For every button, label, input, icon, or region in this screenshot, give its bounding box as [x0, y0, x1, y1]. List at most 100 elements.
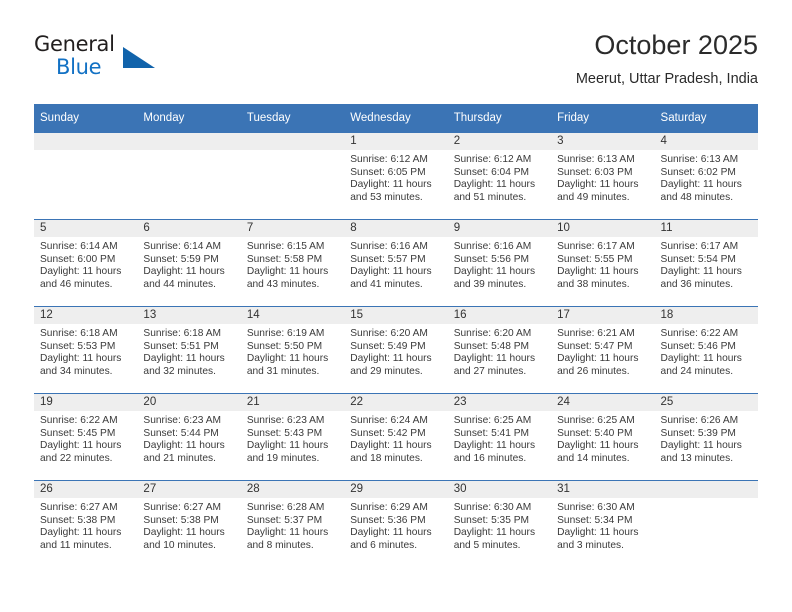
calendar-day-cell[interactable]: 9 Sunrise: 6:16 AM Sunset: 5:56 PM Daylight…	[447, 219, 552, 307]
daylight-text: and 38 minutes.	[557, 278, 630, 290]
weekday-header-thursday: Thursday	[447, 104, 552, 133]
day-number: 15	[344, 307, 448, 324]
calendar-week-row: 12 Sunrise: 6:18 AM Sunset: 5:53 PM Dayligh…	[34, 306, 758, 394]
calendar-day-cell[interactable]: 5 Sunrise: 6:14 AM Sunset: 6:00 PM Daylight…	[34, 219, 138, 307]
sunrise-text: Sunrise: 6:14 AM	[143, 241, 222, 252]
day-number: 10	[551, 220, 655, 237]
sunrise-text: Sunrise: 6:23 AM	[143, 415, 222, 426]
calendar-day-cell[interactable]: 28 Sunrise: 6:28 AM Sunset: 5:37 PM Dayligh…	[240, 480, 345, 567]
daylight-text: Daylight: 11 hours	[350, 179, 432, 191]
sunset-text: Sunset: 5:58 PM	[246, 253, 323, 265]
daylight-text: Daylight: 11 hours	[557, 179, 639, 191]
sunset-text: Sunset: 5:56 PM	[453, 253, 530, 265]
calendar-week-row: 5 Sunrise: 6:14 AM Sunset: 6:00 PM Daylight…	[34, 219, 758, 307]
day-number	[654, 481, 758, 498]
day-details: Sunrise: 6:20 AM Sunset: 5:49 PM Daylight:…	[344, 324, 447, 378]
calendar-day-cell[interactable]: 4 Sunrise: 6:13 AM Sunset: 6:02 PM Daylight…	[654, 132, 758, 220]
day-details: Sunrise: 6:22 AM Sunset: 5:46 PM Daylight:…	[655, 324, 758, 378]
daylight-text: Daylight: 11 hours	[660, 266, 742, 278]
title-block: October 2025 Meerut, Uttar Pradesh, Indi…	[576, 28, 758, 90]
sunset-text: Sunset: 6:02 PM	[660, 166, 736, 178]
day-number: 24	[551, 394, 655, 411]
calendar-day-cell[interactable]: 31 Sunrise: 6:30 AM Sunset: 5:34 PM Dayligh…	[551, 480, 655, 567]
calendar-day-cell[interactable]: 20 Sunrise: 6:23 AM Sunset: 5:44 PM Dayligh…	[137, 393, 241, 481]
sunset-text: Sunset: 5:47 PM	[557, 340, 633, 352]
daylight-text: Daylight: 11 hours	[660, 353, 742, 365]
calendar-day-cell[interactable]: 27 Sunrise: 6:27 AM Sunset: 5:38 PM Dayligh…	[137, 480, 241, 567]
calendar-day-cell[interactable]: 7 Sunrise: 6:15 AM Sunset: 5:58 PM Daylight…	[240, 219, 345, 307]
calendar-body: 1 Sunrise: 6:12 AM Sunset: 6:05 PM Daylight…	[34, 132, 758, 567]
calendar-day-cell[interactable]: 19 Sunrise: 6:22 AM Sunset: 5:45 PM Dayligh…	[34, 393, 138, 481]
day-details: Sunrise: 6:19 AM Sunset: 5:50 PM Daylight:…	[241, 324, 344, 378]
calendar-day-cell[interactable]: 15 Sunrise: 6:20 AM Sunset: 5:49 PM Dayligh…	[344, 306, 448, 394]
calendar-day-cell[interactable]: 17 Sunrise: 6:21 AM Sunset: 5:47 PM Dayligh…	[551, 306, 655, 394]
day-number: 1	[344, 133, 448, 150]
sunset-text: Sunset: 5:37 PM	[246, 514, 323, 526]
calendar-day-cell[interactable]: 14 Sunrise: 6:19 AM Sunset: 5:50 PM Dayligh…	[240, 306, 345, 394]
sunrise-text: Sunrise: 6:24 AM	[350, 415, 428, 426]
calendar-day-cell[interactable]: 30 Sunrise: 6:30 AM Sunset: 5:35 PM Dayligh…	[447, 480, 552, 567]
calendar-day-cell[interactable]: 18 Sunrise: 6:22 AM Sunset: 5:46 PM Dayligh…	[654, 306, 758, 394]
calendar-day-cell[interactable]: 10 Sunrise: 6:17 AM Sunset: 5:55 PM Dayligh…	[551, 219, 655, 307]
calendar-day-cell[interactable]: 25 Sunrise: 6:26 AM Sunset: 5:39 PM Dayligh…	[654, 393, 758, 481]
calendar-day-cell[interactable]: 3 Sunrise: 6:13 AM Sunset: 6:03 PM Daylight…	[551, 132, 655, 220]
daylight-text: Daylight: 11 hours	[557, 440, 639, 452]
daylight-text: and 18 minutes.	[350, 452, 423, 464]
sunrise-text: Sunrise: 6:12 AM	[350, 154, 428, 165]
day-number	[137, 133, 241, 150]
calendar-day-cell[interactable]: 21 Sunrise: 6:23 AM Sunset: 5:43 PM Dayligh…	[240, 393, 345, 481]
sunset-text: Sunset: 5:48 PM	[453, 340, 530, 352]
triangle-icon	[123, 47, 155, 68]
sunrise-text: Sunrise: 6:15 AM	[246, 241, 325, 252]
weekday-header-monday: Monday	[137, 104, 241, 133]
sunrise-text: Sunrise: 6:27 AM	[40, 502, 118, 513]
calendar-day-cell[interactable]: 12 Sunrise: 6:18 AM Sunset: 5:53 PM Dayligh…	[34, 306, 138, 394]
day-number: 4	[654, 133, 758, 150]
calendar-day-cell[interactable]: 24 Sunrise: 6:25 AM Sunset: 5:40 PM Dayligh…	[551, 393, 655, 481]
general-blue-logo[interactable]: General Blue	[34, 32, 204, 90]
sunrise-text: Sunrise: 6:29 AM	[350, 502, 428, 513]
day-details: Sunrise: 6:29 AM Sunset: 5:36 PM Daylight:…	[344, 498, 447, 552]
calendar-day-cell[interactable]: 6 Sunrise: 6:14 AM Sunset: 5:59 PM Daylight…	[137, 219, 241, 307]
day-details: Sunrise: 6:14 AM Sunset: 6:00 PM Daylight:…	[34, 237, 137, 291]
daylight-text: Daylight: 11 hours	[453, 440, 536, 452]
sunrise-text: Sunrise: 6:20 AM	[453, 328, 532, 339]
daylight-text: Daylight: 11 hours	[453, 266, 536, 278]
calendar-day-cell[interactable]: 8 Sunrise: 6:16 AM Sunset: 5:57 PM Daylight…	[344, 219, 448, 307]
day-number: 27	[137, 481, 241, 498]
day-number: 22	[344, 394, 448, 411]
daylight-text: and 21 minutes.	[143, 452, 216, 464]
daylight-text: Daylight: 11 hours	[40, 353, 122, 365]
calendar-day-cell[interactable]: 23 Sunrise: 6:25 AM Sunset: 5:41 PM Dayligh…	[447, 393, 552, 481]
weekday-header-tuesday: Tuesday	[240, 104, 345, 133]
day-details: Sunrise: 6:22 AM Sunset: 5:45 PM Daylight:…	[34, 411, 137, 465]
daylight-text: and 6 minutes.	[350, 539, 418, 551]
daylight-text: and 11 minutes.	[40, 539, 112, 551]
daylight-text: Daylight: 11 hours	[246, 527, 329, 539]
day-number: 3	[551, 133, 655, 150]
day-number: 7	[240, 220, 345, 237]
calendar-day-cell[interactable]: 11 Sunrise: 6:17 AM Sunset: 5:54 PM Dayligh…	[654, 219, 758, 307]
calendar-day-cell[interactable]: 16 Sunrise: 6:20 AM Sunset: 5:48 PM Dayligh…	[447, 306, 552, 394]
calendar-day-cell[interactable]: 13 Sunrise: 6:18 AM Sunset: 5:51 PM Dayligh…	[137, 306, 241, 394]
daylight-text: Daylight: 11 hours	[350, 440, 432, 452]
day-number: 31	[551, 481, 655, 498]
daylight-text: Daylight: 11 hours	[246, 266, 329, 278]
calendar-week-row: 19 Sunrise: 6:22 AM Sunset: 5:45 PM Dayligh…	[34, 393, 758, 481]
calendar-day-cell[interactable]: 22 Sunrise: 6:24 AM Sunset: 5:42 PM Dayligh…	[344, 393, 448, 481]
calendar-day-cell[interactable]: 26 Sunrise: 6:27 AM Sunset: 5:38 PM Dayligh…	[34, 480, 138, 567]
day-number: 17	[551, 307, 655, 324]
calendar-day-cell[interactable]: 2 Sunrise: 6:12 AM Sunset: 6:04 PM Daylight…	[447, 132, 552, 220]
sunset-text: Sunset: 5:51 PM	[143, 340, 219, 352]
daylight-text: Daylight: 11 hours	[246, 353, 329, 365]
sunset-text: Sunset: 5:42 PM	[350, 427, 426, 439]
day-details: Sunrise: 6:30 AM Sunset: 5:35 PM Daylight:…	[448, 498, 551, 552]
day-details: Sunrise: 6:27 AM Sunset: 5:38 PM Daylight:…	[34, 498, 137, 552]
sunrise-text: Sunrise: 6:21 AM	[557, 328, 635, 339]
calendar-day-cell[interactable]: 1 Sunrise: 6:12 AM Sunset: 6:05 PM Daylight…	[344, 132, 448, 220]
calendar-day-cell[interactable]: 29 Sunrise: 6:29 AM Sunset: 5:36 PM Dayligh…	[344, 480, 448, 567]
sunset-text: Sunset: 5:38 PM	[143, 514, 219, 526]
daylight-text: and 5 minutes.	[453, 539, 521, 551]
sunset-text: Sunset: 5:36 PM	[350, 514, 426, 526]
sunrise-text: Sunrise: 6:13 AM	[660, 154, 739, 165]
